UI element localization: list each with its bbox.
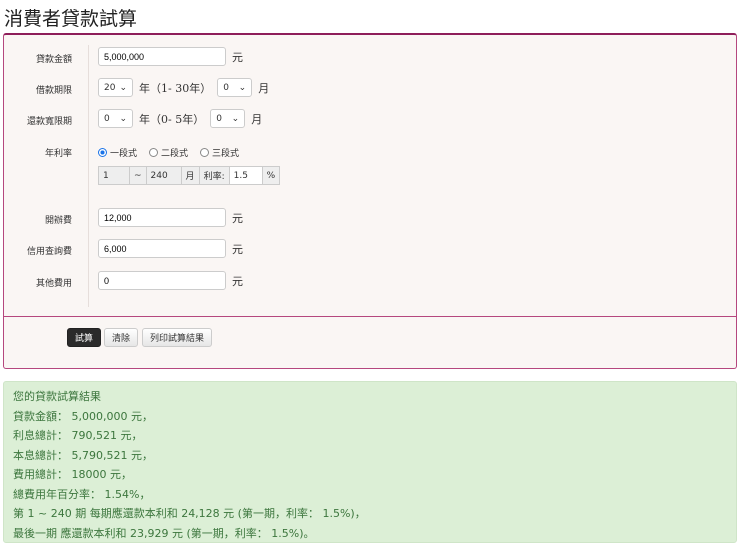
term-months-value: 0 (223, 82, 229, 93)
calculate-button[interactable]: 試算 (67, 328, 102, 347)
grace-years-note: 年（0- 5年） (139, 112, 205, 126)
segment-to: 240 (145, 166, 182, 185)
rate-option-label: 一段式 (110, 149, 138, 159)
term-label: 借款期限 (35, 86, 72, 96)
form-divider (4, 316, 736, 317)
chevron-down-icon: ⌄ (238, 82, 247, 93)
rate-option-label: 二段式 (161, 149, 189, 159)
term-years-value: 20 (104, 82, 116, 93)
segment-month-unit: 月 (180, 166, 200, 185)
segment-pct: % (261, 166, 281, 185)
open-fee-unit: 元 (232, 211, 243, 225)
segment-sep: ~ (129, 166, 147, 185)
rate-option-two[interactable]: 二段式 (149, 146, 188, 159)
result-line: 本息總計： 5,790,521 元， (13, 448, 153, 462)
term-years-note: 年（1- 30年） (139, 81, 212, 95)
rate-option-one[interactable]: 一段式 (98, 146, 137, 159)
grace-months-value: 0 (216, 113, 222, 124)
result-heading: 您的貸款試算結果 (13, 390, 101, 403)
rate-segment: 1 ~ 240 月 利率: 1.5 % (98, 166, 281, 185)
term-months-select[interactable]: 0 ⌄ (217, 78, 253, 97)
segment-rate-label: 利率: (198, 166, 230, 185)
amount-unit: 元 (232, 50, 243, 64)
amount-label: 貸款金額 (35, 55, 72, 65)
grace-months-unit: 月 (251, 112, 263, 126)
open-fee-label: 開辦費 (44, 216, 72, 226)
grace-years-value: 0 (104, 113, 110, 124)
result-panel: 您的貸款試算結果 貸款金額： 5,000,000 元， 利息總計： 790,52… (3, 381, 737, 543)
rate-option-label: 三段式 (212, 149, 240, 159)
segment-from: 1 (98, 166, 130, 185)
term-months-unit: 月 (258, 81, 270, 95)
radio-icon (200, 148, 210, 157)
loan-form: 貸款金額 元 借款期限 20⌄ 年（1- 30年） 0⌄ 月 還款寬限期 0⌄ … (3, 33, 737, 369)
other-fee-input[interactable] (98, 271, 226, 290)
rate-option-three[interactable]: 三段式 (200, 146, 239, 159)
result-line: 費用總計： 18000 元， (13, 468, 132, 481)
grace-months-select[interactable]: 0 ⌄ (210, 109, 246, 128)
amount-input[interactable] (98, 47, 226, 66)
result-line: 最後一期 應還款本利和 23,929 元 (第一期，利率： 1.5%)。 (13, 526, 315, 540)
radio-checked-icon (98, 148, 107, 157)
segment-rate-input[interactable]: 1.5 (228, 166, 263, 185)
credit-fee-unit: 元 (232, 242, 243, 256)
rate-label: 年利率 (44, 149, 72, 159)
result-line: 利息總計： 790,521 元， (13, 429, 143, 442)
open-fee-input[interactable] (98, 208, 226, 227)
radio-icon (149, 148, 159, 157)
other-fee-label: 其他費用 (35, 279, 72, 289)
chevron-down-icon: ⌄ (119, 113, 127, 124)
result-line: 總費用年百分率： 1.54%， (13, 487, 151, 501)
chevron-down-icon: ⌄ (231, 113, 240, 124)
term-years-select[interactable]: 20 ⌄ (98, 78, 133, 97)
chevron-down-icon: ⌄ (119, 82, 127, 93)
clear-button[interactable]: 清除 (104, 328, 139, 347)
grace-years-select[interactable]: 0 ⌄ (98, 109, 133, 128)
result-line: 貸款金額： 5,000,000 元， (13, 409, 153, 423)
result-line: 第 1 ~ 240 期 每期應還款本利和 24,128 元 (第一期，利率： 1… (13, 507, 366, 520)
credit-fee-input[interactable] (98, 239, 226, 258)
other-fee-unit: 元 (232, 274, 243, 288)
print-button[interactable]: 列印試算結果 (142, 328, 213, 347)
grace-label: 還款寬限期 (26, 117, 72, 127)
credit-fee-label: 信用查詢費 (26, 247, 72, 257)
page-title: 消費者貸款試算 (4, 8, 138, 30)
